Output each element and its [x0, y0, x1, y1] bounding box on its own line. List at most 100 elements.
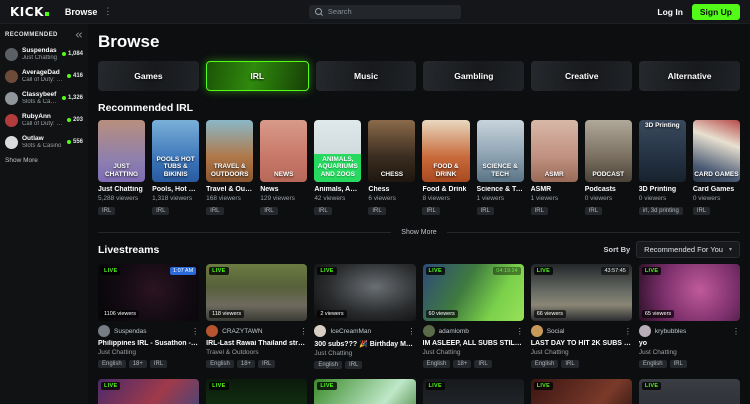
- category-tile-music[interactable]: Music: [316, 61, 417, 91]
- category-tile-alternative[interactable]: Alternative: [639, 61, 740, 91]
- streamer-name[interactable]: Social: [547, 328, 620, 335]
- sort-dropdown[interactable]: Recommended For You▾: [636, 241, 740, 258]
- stream-title[interactable]: 300 subs??? 🎉 Birthday Month! ...: [314, 340, 415, 348]
- kebab-menu-icon[interactable]: ⋮: [624, 327, 632, 336]
- card-tag[interactable]: irl, 3d printing: [639, 207, 683, 215]
- card-tag[interactable]: IRL: [152, 207, 169, 215]
- stream-category[interactable]: Just Chatting: [531, 349, 632, 356]
- stream-thumbnail[interactable]: LIVE 1:07 AM 1106 viewers: [98, 264, 199, 321]
- stream-category[interactable]: Just Chatting: [98, 349, 199, 356]
- category-card-travel[interactable]: TRAVEL & OUTDOORS Travel & Outdoors 168 …: [206, 120, 253, 220]
- stream-tag[interactable]: English: [98, 360, 126, 368]
- nav-browse-link[interactable]: Browse: [65, 7, 98, 17]
- stream-card[interactable]: LIVE 04:19:24 60 viewers adamlomb ⋮ IM A…: [423, 264, 524, 369]
- stream-tag[interactable]: 18+: [453, 360, 471, 368]
- kebab-menu-icon[interactable]: ⋮: [299, 327, 307, 336]
- stream-tag[interactable]: English: [314, 361, 342, 369]
- streamer-name[interactable]: krybubbles: [655, 328, 728, 335]
- stream-card[interactable]: LIVE: [314, 379, 415, 404]
- kebab-menu-icon[interactable]: ⋮: [408, 327, 416, 336]
- stream-thumbnail[interactable]: LIVE: [639, 379, 740, 404]
- kebab-menu-icon[interactable]: ⋮: [191, 327, 199, 336]
- stream-thumbnail[interactable]: LIVE 43:57:45 66 viewers: [531, 264, 632, 321]
- card-tag[interactable]: IRL: [477, 207, 494, 215]
- card-tag[interactable]: IRL: [422, 207, 439, 215]
- kebab-menu-icon[interactable]: ⋮: [732, 327, 740, 336]
- stream-card[interactable]: LIVE 2 viewers IceCreamMan ⋮ 300 subs???…: [314, 264, 415, 369]
- sidebar-channel-item[interactable]: Classybeef Slots & Casino 1,326: [5, 91, 83, 105]
- stream-tag[interactable]: IRL: [258, 360, 275, 368]
- stream-thumbnail[interactable]: LIVE: [314, 379, 415, 404]
- stream-title[interactable]: IM ASLEEP, ALL SUBS STILL COUN...: [423, 340, 524, 347]
- category-card-chess[interactable]: CHESS Chess 6 viewers IRL: [368, 120, 415, 220]
- stream-card[interactable]: LIVE: [531, 379, 632, 404]
- category-card-food[interactable]: FOOD & DRINK Food & Drink 8 viewers IRL: [422, 120, 469, 220]
- stream-thumbnail[interactable]: LIVE 2 viewers: [314, 264, 415, 321]
- category-card-animals[interactable]: ANIMALS, AQUARIUMS AND ZOOS Animals, Aqu…: [314, 120, 361, 220]
- streamer-name[interactable]: IceCreamMan: [330, 328, 403, 335]
- stream-thumbnail[interactable]: LIVE 04:19:24 60 viewers: [423, 264, 524, 321]
- sidebar-channel-item[interactable]: RubyAnn Call of Duty: Warz... 203: [5, 113, 83, 127]
- category-card-3d-printing[interactable]: 3D Printing 3D Printing 0 viewers irl, 3…: [639, 120, 686, 220]
- stream-thumbnail[interactable]: LIVE 118 viewers: [206, 264, 307, 321]
- streamer-name[interactable]: CRAZYTAWN: [222, 328, 295, 335]
- stream-title[interactable]: yo: [639, 340, 740, 347]
- stream-thumbnail[interactable]: LIVE: [423, 379, 524, 404]
- stream-tag[interactable]: 18+: [129, 360, 147, 368]
- category-tile-creative[interactable]: Creative: [531, 61, 632, 91]
- sidebar-collapse-icon[interactable]: [75, 31, 83, 39]
- stream-tag[interactable]: IRL: [561, 360, 578, 368]
- stream-category[interactable]: Just Chatting: [639, 349, 740, 356]
- stream-card[interactable]: LIVE 118 viewers CRAZYTAWN ⋮ IRL-Last Ra…: [206, 264, 307, 369]
- card-tag[interactable]: IRL: [531, 207, 548, 215]
- stream-tag[interactable]: English: [423, 360, 451, 368]
- category-card-pools[interactable]: POOLS HOT TUBS & BIKINIS Pools, Hot Tubs…: [152, 120, 199, 220]
- sidebar-channel-item[interactable]: Outlaw Slots & Casino 556: [5, 135, 83, 149]
- stream-tag[interactable]: IRL: [474, 360, 491, 368]
- stream-tag[interactable]: IRL: [150, 360, 167, 368]
- sidebar-channel-item[interactable]: AverageDad Call of Duty: Warz... 416: [5, 69, 83, 83]
- stream-title[interactable]: Philippines IRL - Susathon - March ...: [98, 340, 199, 347]
- stream-card[interactable]: LIVE 1:07 AM 1106 viewers Suspendas ⋮ Ph…: [98, 264, 199, 369]
- stream-card[interactable]: LIVE: [639, 379, 740, 404]
- stream-tag[interactable]: 18+: [237, 360, 255, 368]
- category-tile-gambling[interactable]: Gambling: [423, 61, 524, 91]
- category-card-science[interactable]: SCIENCE & TECH Science & Techn... 1 view…: [477, 120, 524, 220]
- search-input[interactable]: [328, 7, 455, 16]
- stream-card[interactable]: LIVE: [423, 379, 524, 404]
- stream-category[interactable]: Travel & Outdoors: [206, 349, 307, 356]
- stream-title[interactable]: LAST DAY TO HIT 2K SUBS LETS HI...: [531, 340, 632, 347]
- stream-card[interactable]: LIVE: [206, 379, 307, 404]
- login-button[interactable]: Log In: [657, 7, 683, 17]
- stream-card[interactable]: LIVE: [98, 379, 199, 404]
- stream-tag[interactable]: IRL: [670, 360, 687, 368]
- stream-card[interactable]: LIVE 43:57:45 66 viewers Social ⋮ LAST D…: [531, 264, 632, 369]
- category-card-news[interactable]: NEWS News 129 viewers IRL: [260, 120, 307, 220]
- stream-tag[interactable]: IRL: [345, 361, 362, 369]
- streamer-name[interactable]: Suspendas: [114, 328, 187, 335]
- streamer-name[interactable]: adamlomb: [439, 328, 512, 335]
- show-more-button[interactable]: Show More: [401, 229, 436, 236]
- search-box[interactable]: [309, 5, 461, 19]
- card-tag[interactable]: IRL: [314, 207, 331, 215]
- stream-thumbnail[interactable]: LIVE: [531, 379, 632, 404]
- stream-thumbnail[interactable]: LIVE 65 viewers: [639, 264, 740, 321]
- card-tag[interactable]: IRL: [368, 207, 385, 215]
- stream-thumbnail[interactable]: LIVE: [206, 379, 307, 404]
- category-tile-irl-selected[interactable]: IRL: [206, 61, 309, 91]
- stream-card[interactable]: LIVE 65 viewers krybubbles ⋮ yo Just Cha…: [639, 264, 740, 369]
- card-tag[interactable]: IRL: [98, 207, 115, 215]
- nav-menu-dots-icon[interactable]: ⋮: [103, 6, 112, 17]
- stream-thumbnail[interactable]: LIVE: [98, 379, 199, 404]
- category-tile-games[interactable]: Games: [98, 61, 199, 91]
- stream-category[interactable]: Just Chatting: [314, 350, 415, 357]
- stream-category[interactable]: Just Chatting: [423, 349, 524, 356]
- card-tag[interactable]: IRL: [585, 207, 602, 215]
- stream-tag[interactable]: English: [206, 360, 234, 368]
- sidebar-show-more-button[interactable]: Show More: [5, 157, 83, 164]
- stream-tag[interactable]: English: [639, 360, 667, 368]
- card-tag[interactable]: IRL: [206, 207, 223, 215]
- category-card-asmr[interactable]: ASMR ASMR 1 viewers IRL: [531, 120, 578, 220]
- category-card-just-chatting[interactable]: JUST CHATTING Just Chatting 5,288 viewer…: [98, 120, 145, 220]
- kick-logo[interactable]: KICK: [10, 5, 49, 19]
